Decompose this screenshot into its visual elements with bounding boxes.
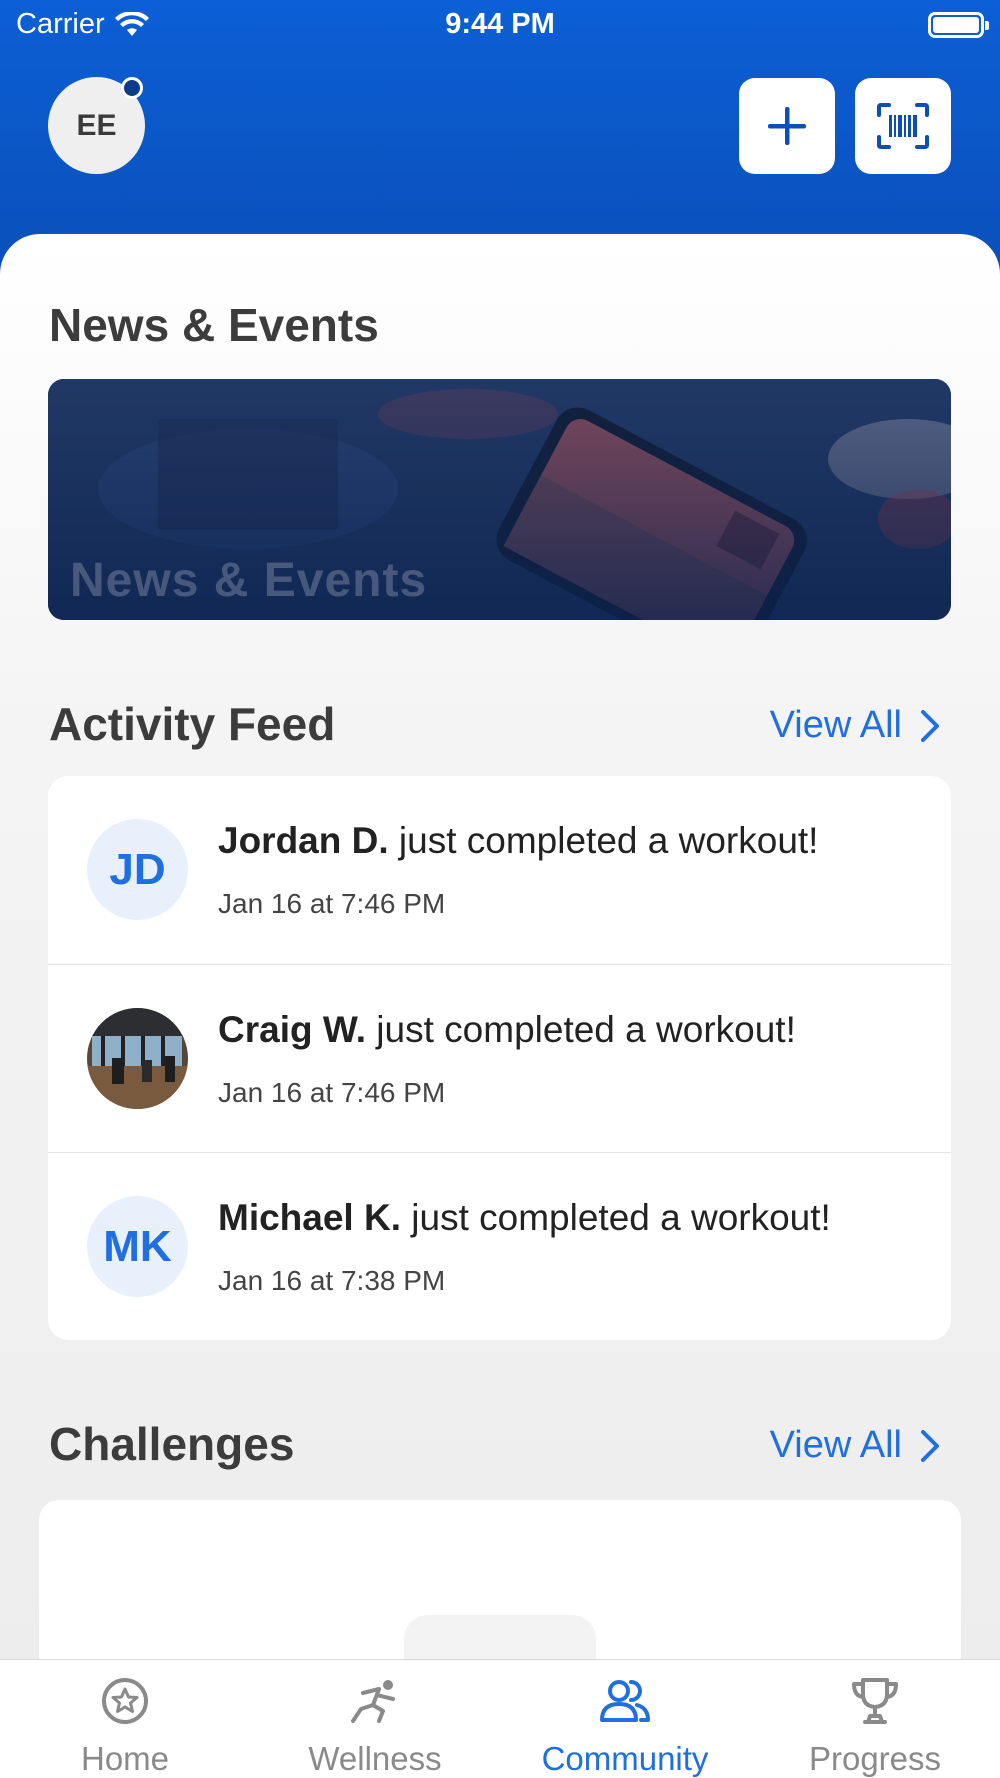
news-section-title: News & Events xyxy=(49,299,379,351)
activity-view-all-link[interactable]: View All xyxy=(770,704,940,747)
scan-button[interactable] xyxy=(855,78,951,174)
feed-action: just completed a workout! xyxy=(401,1197,831,1238)
feed-message: Michael K. just completed a workout! xyxy=(218,1197,831,1239)
user-name: Michael K. xyxy=(218,1197,401,1238)
notification-dot xyxy=(121,77,143,99)
tab-wellness[interactable]: Wellness xyxy=(250,1660,500,1778)
tab-label: Wellness xyxy=(308,1740,442,1777)
star-circle-icon xyxy=(102,1678,148,1724)
status-bar: Carrier 9:44 PM xyxy=(0,0,1000,50)
profile-avatar[interactable]: EE xyxy=(48,77,145,174)
battery-icon xyxy=(928,12,989,38)
tab-community[interactable]: Community xyxy=(500,1660,750,1778)
news-card-title: News & Events xyxy=(70,554,428,607)
challenges-title: Challenges xyxy=(49,1418,295,1470)
feed-message: Jordan D. just completed a workout! xyxy=(218,820,818,862)
view-all-label: View All xyxy=(769,1424,902,1466)
challenge-placeholder xyxy=(404,1615,596,1659)
gym-photo-image xyxy=(87,1008,188,1109)
news-events-card[interactable]: News & Events xyxy=(48,379,951,620)
list-item[interactable]: Craig W. just completed a workout! Jan 1… xyxy=(48,964,951,1152)
chevron-right-icon xyxy=(921,709,939,742)
feed-timestamp: Jan 16 at 7:46 PM xyxy=(218,888,446,919)
chevron-right-icon xyxy=(921,1429,939,1462)
feed-action: just completed a workout! xyxy=(388,820,819,861)
tab-bar: Home Wellness Community Progress xyxy=(0,1659,1000,1778)
people-icon xyxy=(600,1680,650,1722)
list-item[interactable]: MK Michael K. just completed a workout! … xyxy=(48,1152,951,1340)
content-sheet: News & Events News & Events Activity Fee… xyxy=(0,234,1000,1659)
tab-label: Progress xyxy=(808,1740,942,1777)
tab-label: Community xyxy=(541,1740,709,1777)
feed-message: Craig W. just completed a workout! xyxy=(218,1009,796,1051)
avatar: JD xyxy=(87,819,188,920)
user-name: Craig W. xyxy=(218,1009,367,1050)
plus-icon xyxy=(768,107,806,145)
tab-label: Home xyxy=(80,1740,170,1777)
profile-initials: EE xyxy=(76,108,117,142)
runner-icon xyxy=(351,1680,395,1723)
view-all-label: View All xyxy=(769,704,902,746)
feed-timestamp: Jan 16 at 7:46 PM xyxy=(218,1077,446,1108)
add-button[interactable] xyxy=(739,78,835,174)
activity-feed-list: JD Jordan D. just completed a workout! J… xyxy=(48,776,951,1340)
trophy-icon xyxy=(852,1678,898,1724)
feed-timestamp: Jan 16 at 7:38 PM xyxy=(218,1265,446,1296)
tab-progress[interactable]: Progress xyxy=(750,1660,1000,1778)
tab-home[interactable]: Home xyxy=(0,1660,250,1778)
list-item[interactable]: JD Jordan D. just completed a workout! J… xyxy=(48,776,951,964)
user-name: Jordan D. xyxy=(218,820,389,861)
avatar: MK xyxy=(87,1196,188,1297)
barcode-scan-icon xyxy=(877,103,929,149)
status-time: 9:44 PM xyxy=(445,8,555,40)
challenge-card[interactable] xyxy=(39,1500,961,1659)
challenges-view-all-link[interactable]: View All xyxy=(770,1424,940,1467)
activity-feed-title: Activity Feed xyxy=(49,698,336,750)
avatar-photo xyxy=(87,1008,188,1109)
feed-action: just completed a workout! xyxy=(366,1009,796,1050)
